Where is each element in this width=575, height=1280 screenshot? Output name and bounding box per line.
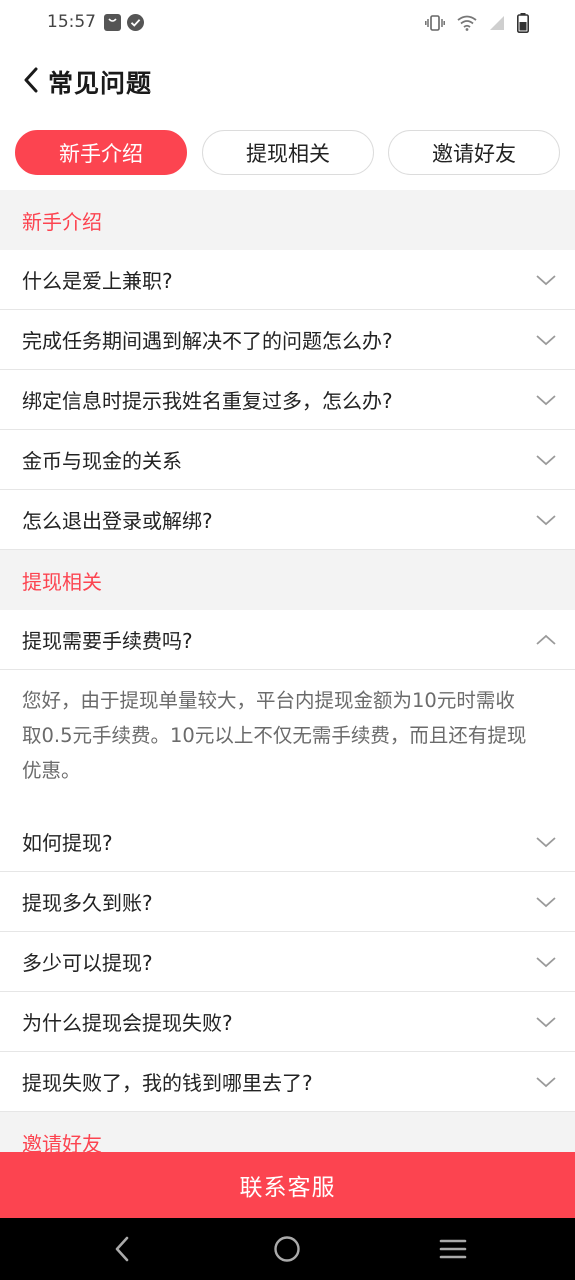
faq-question: 如何提现? [22, 831, 113, 855]
faq-answer-line: 优惠。 [22, 759, 81, 782]
faq-question: 提现需要手续费吗? [22, 629, 193, 653]
chevron-down-icon [536, 1016, 556, 1027]
tab-newbie-intro[interactable]: 新手介绍 [15, 130, 187, 175]
faq-item[interactable]: 绑定信息时提示我姓名重复过多，怎么办? [0, 370, 575, 430]
nav-back-button[interactable] [105, 1232, 139, 1266]
chevron-down-icon [536, 274, 556, 285]
vibrate-icon [425, 15, 445, 31]
notification-bag-icon [104, 14, 121, 31]
chevron-down-icon [536, 836, 556, 847]
faq-item[interactable]: 怎么退出登录或解绑? [0, 490, 575, 550]
category-tabs: 新手介绍 提现相关 邀请好友 [0, 126, 575, 180]
faq-item-expanded[interactable]: 提现需要手续费吗? [0, 610, 575, 670]
signal-icon [490, 16, 504, 30]
page-title: 常见问题 [48, 69, 153, 98]
back-button[interactable] [14, 60, 48, 100]
faq-question: 什么是爱上兼职? [22, 269, 173, 293]
status-bar: 15:57 [0, 0, 575, 46]
faq-item[interactable]: 提现失败了，我的钱到哪里去了? [0, 1052, 575, 1112]
status-time: 15:57 [47, 12, 96, 32]
section-header-newbie: 新手介绍 [0, 190, 575, 250]
faq-question: 绑定信息时提示我姓名重复过多，怎么办? [22, 389, 393, 413]
faq-list[interactable]: 新手介绍 什么是爱上兼职? 完成任务期间遇到解决不了的问题怎么办? 绑定信息时提… [0, 190, 575, 1152]
faq-question: 提现多久到账? [22, 891, 153, 915]
faq-question: 完成任务期间遇到解决不了的问题怎么办? [22, 329, 393, 353]
chevron-down-icon [536, 514, 556, 525]
chevron-down-icon [536, 956, 556, 967]
nav-recents-icon [439, 1239, 467, 1259]
faq-item[interactable]: 金币与现金的关系 [0, 430, 575, 490]
nav-back-icon [115, 1236, 129, 1262]
system-nav-bar [0, 1218, 575, 1280]
faq-answer-line: 取0.5元手续费。10元以上不仅无需手续费，而且还有提现 [22, 724, 527, 747]
faq-item[interactable]: 多少可以提现? [0, 932, 575, 992]
faq-answer: 您好，由于提现单量较大，平台内提现金额为10元时需收 取0.5元手续费。10元以… [0, 670, 575, 812]
chevron-down-icon [536, 394, 556, 405]
faq-question: 怎么退出登录或解绑? [22, 509, 213, 533]
faq-question: 金币与现金的关系 [22, 449, 182, 473]
header: 常见问题 [0, 46, 575, 114]
faq-item[interactable]: 什么是爱上兼职? [0, 250, 575, 310]
chevron-down-icon [536, 896, 556, 907]
faq-item[interactable]: 完成任务期间遇到解决不了的问题怎么办? [0, 310, 575, 370]
nav-home-icon [274, 1236, 300, 1262]
tab-withdrawal[interactable]: 提现相关 [202, 130, 374, 175]
chevron-down-icon [536, 1076, 556, 1087]
chevron-down-icon [536, 334, 556, 345]
faq-question: 多少可以提现? [22, 951, 153, 975]
tab-invite-friends[interactable]: 邀请好友 [388, 130, 560, 175]
faq-question: 提现失败了，我的钱到哪里去了? [22, 1071, 313, 1095]
section-header-withdrawal: 提现相关 [0, 550, 575, 610]
section-header-invite: 邀请好友 [0, 1112, 575, 1152]
battery-icon [517, 13, 529, 33]
chevron-up-icon [536, 634, 556, 645]
check-circle-icon [127, 14, 144, 31]
faq-item[interactable]: 如何提现? [0, 812, 575, 872]
faq-item[interactable]: 为什么提现会提现失败? [0, 992, 575, 1052]
contact-service-button[interactable]: 联系客服 [0, 1152, 575, 1218]
chevron-down-icon [536, 454, 556, 465]
faq-question: 为什么提现会提现失败? [22, 1011, 233, 1035]
faq-answer-line: 您好，由于提现单量较大，平台内提现金额为10元时需收 [22, 689, 515, 712]
nav-home-button[interactable] [270, 1232, 304, 1266]
wifi-icon [457, 15, 477, 31]
back-arrow-icon [24, 67, 38, 93]
nav-recents-button[interactable] [436, 1232, 470, 1266]
faq-item[interactable]: 提现多久到账? [0, 872, 575, 932]
